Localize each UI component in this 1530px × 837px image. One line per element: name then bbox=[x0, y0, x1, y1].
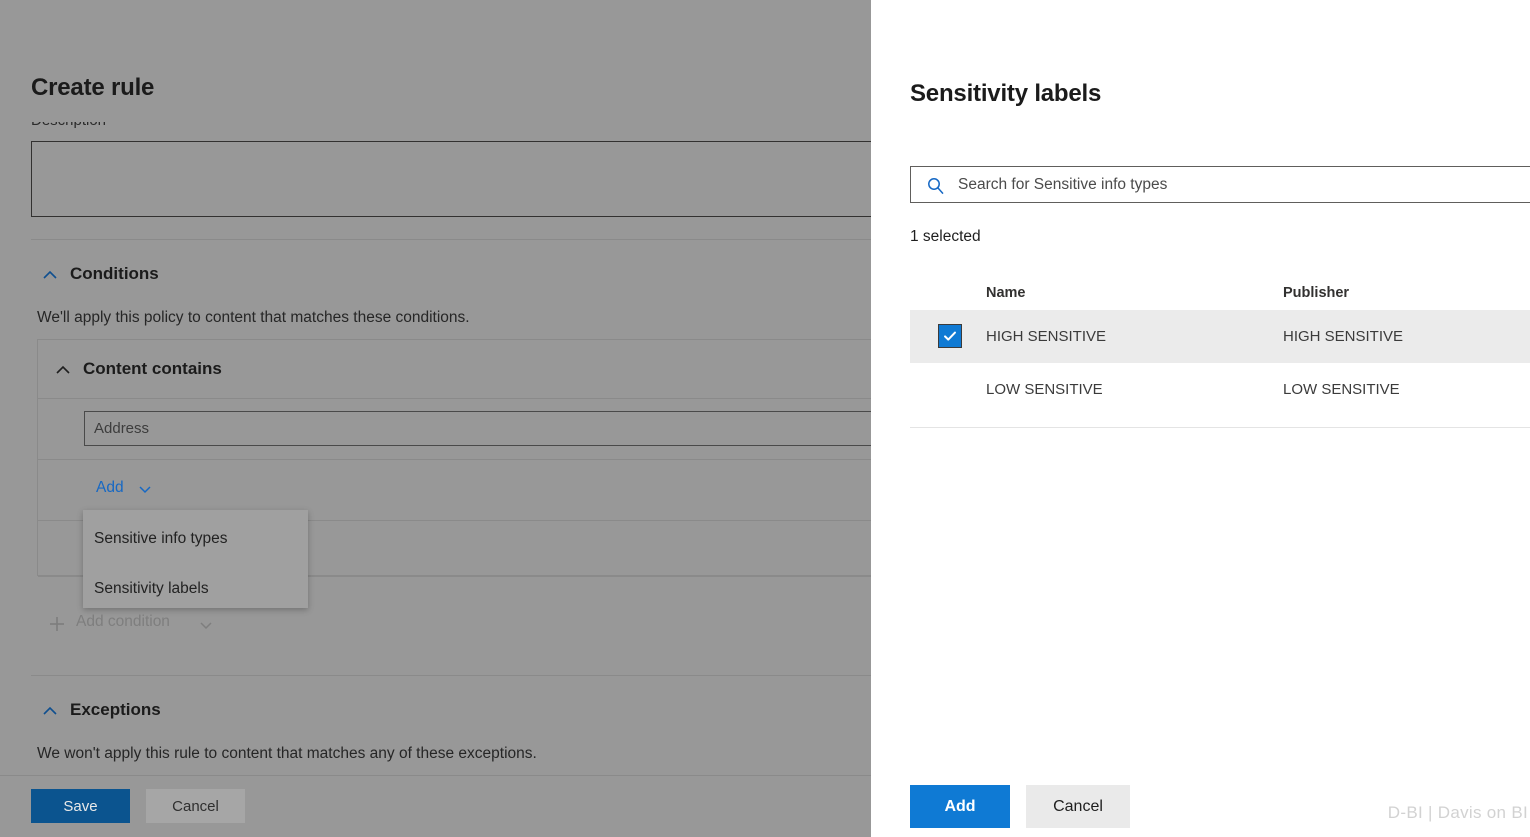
search-placeholder: Search for Sensitive info types bbox=[958, 176, 1167, 194]
cancel-button[interactable]: Cancel bbox=[146, 789, 245, 823]
search-input[interactable]: Search for Sensitive info types bbox=[910, 166, 1530, 203]
add-condition-chevron-down-icon[interactable] bbox=[198, 617, 214, 633]
cell-publisher: HIGH SENSITIVE bbox=[1283, 328, 1403, 345]
cell-publisher: LOW SENSITIVE bbox=[1283, 381, 1400, 398]
divider bbox=[31, 675, 871, 676]
conditions-description: We'll apply this policy to content that … bbox=[37, 309, 470, 327]
table-row[interactable]: LOW SENSITIVE LOW SENSITIVE bbox=[910, 363, 1530, 416]
menu-item-sensitivity-labels[interactable]: Sensitivity labels bbox=[94, 580, 209, 598]
selection-summary: 1 selected bbox=[910, 228, 981, 246]
description-textarea[interactable] bbox=[31, 141, 871, 217]
row-checkbox[interactable] bbox=[938, 377, 962, 401]
column-header-name: Name bbox=[986, 285, 1026, 301]
column-header-publisher: Publisher bbox=[1283, 285, 1349, 301]
add-condition-label[interactable]: Add condition bbox=[76, 613, 170, 631]
conditions-heading: Conditions bbox=[70, 264, 159, 284]
divider bbox=[38, 398, 871, 399]
divider bbox=[31, 239, 871, 240]
panel-title: Sensitivity labels bbox=[910, 80, 1101, 108]
table-row[interactable]: HIGH SENSITIVE HIGH SENSITIVE bbox=[910, 310, 1530, 363]
exceptions-heading: Exceptions bbox=[70, 700, 161, 720]
save-button[interactable]: Save bbox=[31, 789, 130, 823]
conditions-chevron-up-icon[interactable] bbox=[41, 266, 59, 284]
add-link[interactable]: Add bbox=[96, 479, 124, 497]
add-chevron-down-icon[interactable] bbox=[137, 481, 153, 497]
page-title: Create rule bbox=[31, 74, 154, 102]
cancel-button[interactable]: Cancel bbox=[1026, 785, 1130, 828]
divider bbox=[38, 459, 871, 460]
content-contains-chevron-up-icon[interactable] bbox=[54, 361, 72, 379]
cell-name: LOW SENSITIVE bbox=[986, 381, 1103, 398]
menu-item-sensitive-info-types[interactable]: Sensitive info types bbox=[94, 530, 228, 548]
checkmark-icon bbox=[942, 328, 958, 344]
add-dropdown-menu: Sensitive info types Sensitivity labels bbox=[83, 510, 308, 608]
table-bottom-divider bbox=[910, 427, 1530, 428]
watermark: D-BI | Davis on BI bbox=[1388, 803, 1528, 823]
exceptions-chevron-up-icon[interactable] bbox=[41, 702, 59, 720]
content-contains-heading: Content contains bbox=[83, 359, 222, 379]
add-button[interactable]: Add bbox=[910, 785, 1010, 828]
labels-table: Name Publisher HIGH SENSITIVE HIGH SENSI… bbox=[910, 278, 1530, 416]
description-label: Description bbox=[31, 112, 106, 129]
search-icon bbox=[926, 176, 946, 196]
dimmed-create-rule-page: Create rule Description Conditions We'll… bbox=[0, 0, 871, 837]
exceptions-description: We won't apply this rule to content that… bbox=[37, 745, 537, 763]
cell-name: HIGH SENSITIVE bbox=[986, 328, 1106, 345]
plus-icon bbox=[48, 615, 66, 633]
divider bbox=[0, 775, 871, 776]
sensitivity-labels-panel: Sensitivity labels Search for Sensitive … bbox=[871, 0, 1530, 837]
content-contains-input[interactable]: Address bbox=[84, 411, 871, 446]
table-header-row: Name Publisher bbox=[910, 278, 1530, 310]
row-checkbox[interactable] bbox=[938, 324, 962, 348]
content-contains-input-value: Address bbox=[94, 420, 149, 437]
